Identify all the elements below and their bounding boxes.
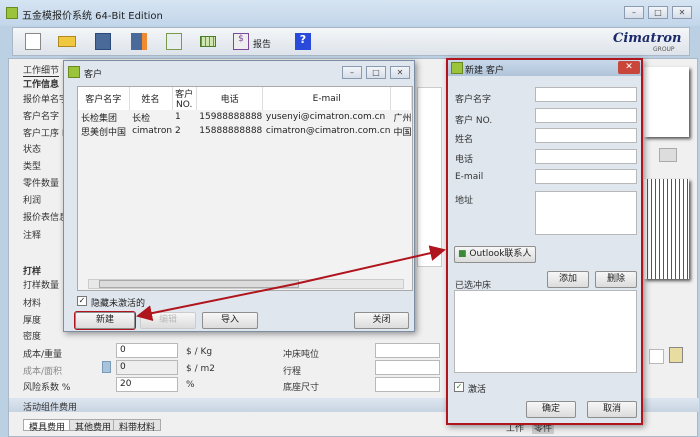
annotation-arrows [136,245,446,322]
arrow-to-new-dialog [294,245,446,285]
arrow-to-new-button [136,283,296,322]
